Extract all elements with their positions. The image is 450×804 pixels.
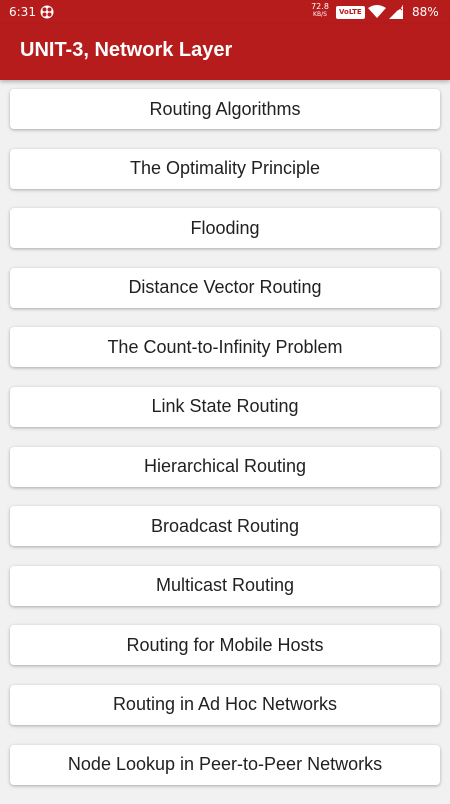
volte-badge: VoLTE <box>336 6 365 19</box>
network-speed-value: 72.8 <box>311 2 329 11</box>
topic-routing-ad-hoc-networks[interactable]: Routing in Ad Hoc Networks <box>10 684 440 725</box>
topic-node-lookup-p2p[interactable]: Node Lookup in Peer-to-Peer Networks <box>10 744 440 785</box>
wifi-icon <box>368 5 386 18</box>
network-speed-unit: KB/S <box>313 11 327 18</box>
topic-routing-mobile-hosts[interactable]: Routing for Mobile Hosts <box>10 625 440 666</box>
topic-broadcast-routing[interactable]: Broadcast Routing <box>10 506 440 547</box>
topic-flooding[interactable]: Flooding <box>10 208 440 249</box>
topic-hierarchical-routing[interactable]: Hierarchical Routing <box>10 446 440 487</box>
network-speed: 72.8 KB/S <box>308 2 332 18</box>
signal-icon <box>389 5 403 19</box>
topic-routing-algorithms[interactable]: Routing Algorithms <box>10 89 440 129</box>
battery-percent: 88% <box>412 5 439 19</box>
app-bar: UNIT-3, Network Layer <box>0 24 450 80</box>
topic-link-state-routing[interactable]: Link State Routing <box>10 386 440 427</box>
app-notification-icon <box>40 5 54 19</box>
topic-count-to-infinity[interactable]: The Count-to-Infinity Problem <box>10 327 440 368</box>
topic-multicast-routing[interactable]: Multicast Routing <box>10 565 440 606</box>
status-time: 6:31 <box>9 5 36 19</box>
page-title: UNIT-3, Network Layer <box>20 39 233 61</box>
topic-optimality-principle[interactable]: The Optimality Principle <box>10 148 440 189</box>
topic-list: Routing Algorithms The Optimality Princi… <box>10 89 440 804</box>
topic-distance-vector-routing[interactable]: Distance Vector Routing <box>10 267 440 308</box>
status-bar: 6:31 72.8 KB/S VoLTE 88% <box>0 0 450 24</box>
